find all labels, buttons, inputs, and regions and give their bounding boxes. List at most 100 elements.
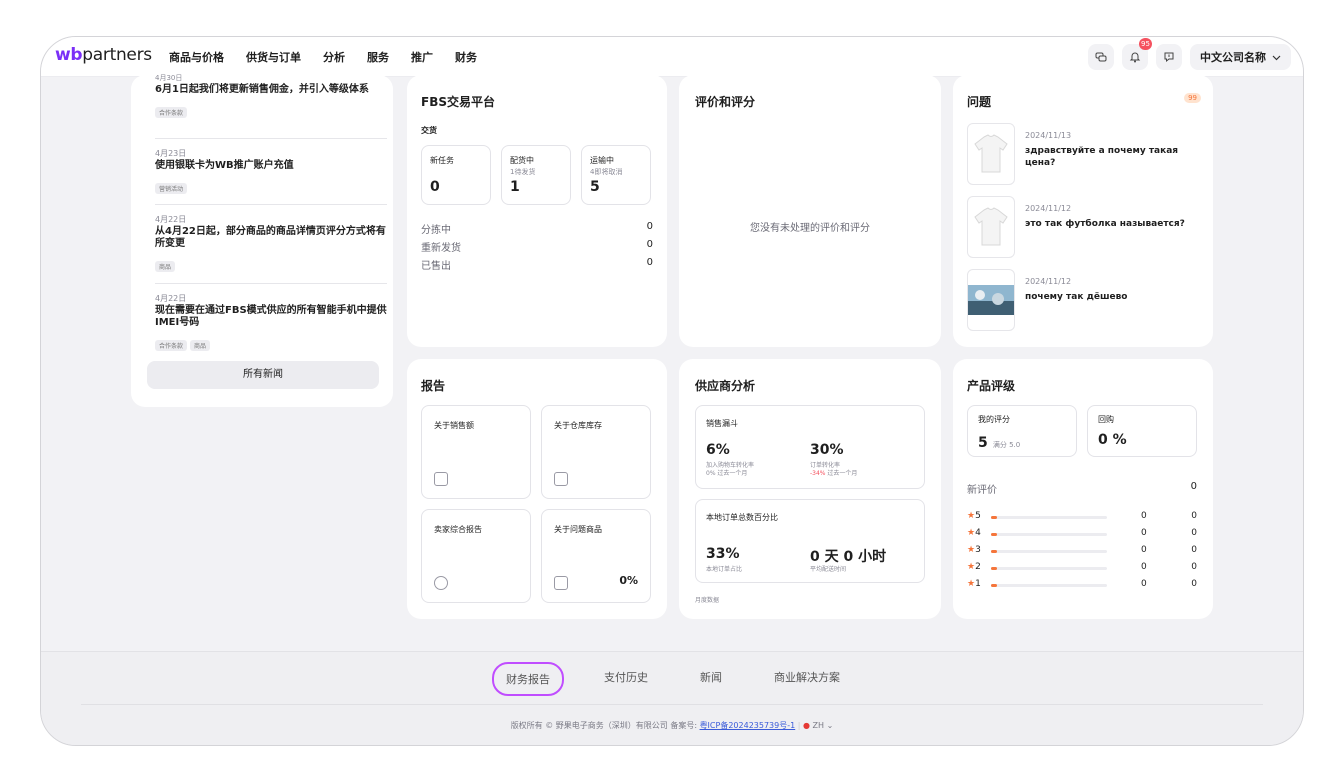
news-tag: 商品 [190, 340, 211, 351]
m1-sub: 0% 过去一个月 [706, 470, 748, 477]
copyright-text: 版权所有 © 野果电子商务（深圳）有限公司 备案号: [510, 721, 700, 730]
app-window: wbpartners 商品与价格 供货与订单 分析 服务 推广 财务 95 中文… [40, 36, 1304, 746]
news-title: 6月1日起我们将更新销售佣金，并引入等级体系 [155, 84, 369, 95]
fbs-in-transit[interactable]: 运输中 4即将取消 5 [581, 145, 651, 205]
box-label: 配货中 [510, 156, 534, 165]
my-rating-box[interactable]: 我的评分 5 满分 5.0 [967, 405, 1077, 457]
nav-products[interactable]: 商品与价格 [169, 49, 224, 65]
question-item[interactable]: 2024/11/12 это так футболка называется? [967, 196, 1201, 258]
m3-label: 本地订单占比 [706, 566, 743, 573]
news-item[interactable]: 4月23日 使用银联卡为WB推广账户充值 营销活动 [155, 148, 387, 195]
divider [155, 138, 387, 139]
rating-count-b: 0 [1191, 562, 1197, 572]
news-item[interactable]: 6月1日起我们将更新销售佣金，并引入等级体系 合作条款 [155, 83, 387, 119]
report-label: 关于问题商品 [554, 525, 602, 534]
news-card: 4月30日 6月1日起我们将更新销售佣金，并引入等级体系 合作条款 4月23日 … [131, 74, 393, 407]
report-sales[interactable]: 关于销售额 [421, 405, 531, 499]
row-value: 0 [646, 239, 653, 250]
divider [155, 204, 387, 205]
logo[interactable]: wbpartners [55, 45, 152, 65]
footer-link-finance-report[interactable]: 财务报告 [492, 662, 564, 696]
rating-count-b: 0 [1191, 511, 1197, 521]
local-orders[interactable]: 本地订单总数百分比 33% 本地订单占比 0 天 0 小时 平均配送时间 [695, 499, 925, 583]
nav-supply[interactable]: 供货与订单 [246, 49, 301, 65]
rating-row: ★4 0 0 [967, 528, 1197, 542]
rebuy-value: 0 % [1098, 432, 1127, 448]
question-text: это так футболка называется? [1025, 219, 1185, 229]
copyright: 版权所有 © 野果电子商务（深圳）有限公司 备案号: 粤ICP备20242357… [510, 721, 834, 730]
language-selector[interactable]: ● ZH ⌄ [803, 721, 833, 730]
news-title: 使用银联卡为WB推广账户充值 [155, 160, 294, 171]
footer-link-news[interactable]: 新闻 [688, 662, 734, 696]
company-selector[interactable]: 中文公司名称 [1190, 44, 1291, 70]
nav-promotion[interactable]: 推广 [411, 49, 433, 65]
analytics-card: 供应商分析 销售漏斗 6% 加入购物车转化率 0% 过去一个月 30% 订单转化… [679, 359, 941, 619]
report-seller[interactable]: 卖家综合报告 [421, 509, 531, 603]
footer-link-payment-history[interactable]: 支付历史 [592, 662, 660, 696]
rating-bar [991, 516, 1107, 519]
rebuy-box[interactable]: 回购 0 % [1087, 405, 1197, 457]
rating-count-a: 0 [1141, 511, 1147, 521]
star-icon: ★ [967, 579, 976, 589]
question-text: почему так дёшево [1025, 292, 1128, 302]
rating-row: ★1 0 0 [967, 579, 1197, 593]
header-actions: 95 中文公司名称 [1088, 38, 1291, 70]
sales-funnel[interactable]: 销售漏斗 6% 加入购物车转化率 0% 过去一个月 30% 订单转化率 -34%… [695, 405, 925, 489]
star-icon: ★ [967, 545, 976, 555]
rating-card: 产品评级 我的评分 5 满分 5.0 回购 0 % 新评价 0 ★5 0 0 ★4 0 0… [953, 359, 1213, 619]
rating-count-a: 0 [1141, 579, 1147, 589]
all-news-button[interactable]: 所有新闻 [147, 361, 379, 389]
news-date: 4月23日 [155, 149, 187, 158]
flag-icon: ● [803, 721, 810, 730]
fbs-assembling[interactable]: 配货中 1待发货 1 [501, 145, 571, 205]
nav-analytics[interactable]: 分析 [323, 49, 345, 65]
m4-value: 0 天 0 小时 [810, 549, 887, 565]
rating-count-b: 0 [1191, 528, 1197, 538]
row-label: 已售出 [421, 261, 451, 272]
questions-count-badge: 99 [1184, 93, 1201, 103]
footer-link-business-solutions[interactable]: 商业解决方案 [762, 662, 852, 696]
report-warehouse[interactable]: 关于仓库库存 [541, 405, 651, 499]
bell-icon[interactable]: 95 [1122, 38, 1152, 70]
question-item[interactable]: 2024/11/12 почему так дёшево [967, 269, 1201, 331]
news-item[interactable]: 4月22日 从4月22日起，部分商品的商品详情页评分方式将有所变更 商品 [155, 214, 387, 273]
chat-icon[interactable] [1088, 44, 1114, 70]
logo-wb: wb [55, 45, 83, 65]
question-item[interactable]: 2024/11/13 здравствуйте а почему такая це… [967, 123, 1201, 185]
row-label: 重新发货 [421, 243, 461, 254]
nav-finance[interactable]: 财务 [455, 49, 477, 65]
circles-icon [434, 576, 448, 590]
star-count: 1 [975, 579, 981, 589]
news-cut-date: 4月30日 [155, 74, 183, 82]
news-title: 从4月22日起，部分商品的商品详情页评分方式将有所变更 [155, 226, 386, 249]
funnel-title: 销售漏斗 [706, 419, 738, 428]
fbs-row-sorting: 分拣中 0 [421, 221, 653, 236]
icp-link[interactable]: 粤ICP备2024235739号-1 [700, 721, 796, 730]
nav-services[interactable]: 服务 [367, 49, 389, 65]
language-label: ZH [812, 721, 825, 730]
news-date: 4月22日 [155, 294, 187, 303]
fbs-new-tasks[interactable]: 新任务 0 [421, 145, 491, 205]
footer-links: 财务报告 支付历史 新闻 商业解决方案 [41, 662, 1303, 696]
star-icon: ★ [967, 562, 976, 572]
m1-value: 6% [706, 442, 730, 458]
fbs-title: FBS交易平台 [421, 95, 495, 109]
box-label: 新任务 [430, 156, 454, 165]
rating-count-b: 0 [1191, 579, 1197, 589]
main-nav: 商品与价格 供货与订单 分析 服务 推广 财务 [169, 49, 477, 65]
rating-bar [991, 567, 1107, 570]
news-item[interactable]: 4月22日 现在需要在通过FBS模式供应的所有智能手机中提供IMEI号码 合作条… [155, 293, 387, 352]
product-photo [967, 269, 1015, 331]
reviews-card: 评价和评分 您没有未处理的评价和评分 [679, 75, 941, 347]
report-problem-goods[interactable]: 关于问题商品 0% [541, 509, 651, 603]
report-label: 卖家综合报告 [434, 525, 482, 534]
star-icon: ★ [967, 528, 976, 538]
row-label: 分拣中 [421, 225, 451, 236]
support-icon[interactable] [1156, 44, 1182, 70]
local-title: 本地订单总数百分比 [706, 513, 778, 522]
report-label: 关于销售额 [434, 421, 474, 430]
rating-row: ★3 0 0 [967, 545, 1197, 559]
my-rating-max: 满分 5.0 [992, 441, 1021, 449]
question-date: 2024/11/12 [1025, 204, 1072, 213]
reviews-title: 评价和评分 [695, 95, 756, 109]
